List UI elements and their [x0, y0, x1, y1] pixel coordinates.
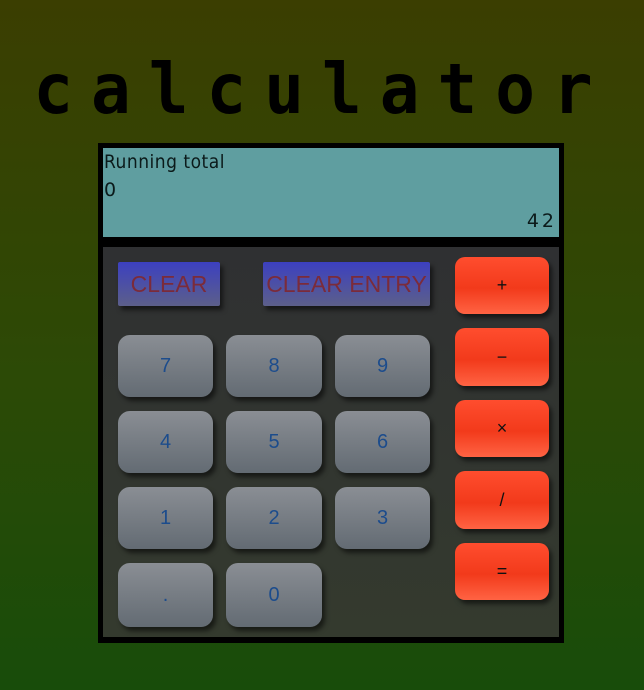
display-screen: Running total 0 42 — [103, 148, 559, 237]
key-7-button[interactable]: 7 — [118, 335, 213, 397]
running-total-label: Running total — [104, 151, 225, 173]
key-2-button[interactable]: 2 — [226, 487, 322, 549]
key-3-button[interactable]: 3 — [335, 487, 430, 549]
key-0-button[interactable]: 0 — [226, 563, 322, 627]
key-4-button[interactable]: 4 — [118, 411, 213, 473]
key-5-button[interactable]: 5 — [226, 411, 322, 473]
add-button[interactable]: + — [455, 257, 549, 314]
key-1-button[interactable]: 1 — [118, 487, 213, 549]
app-title: calculator — [33, 49, 611, 130]
decimal-point-button[interactable]: . — [118, 563, 213, 627]
divide-button[interactable]: / — [455, 471, 549, 529]
key-8-button[interactable]: 8 — [226, 335, 322, 397]
key-9-button[interactable]: 9 — [335, 335, 430, 397]
subtract-button[interactable]: − — [455, 328, 549, 386]
running-total-value: 0 — [104, 179, 117, 201]
key-6-button[interactable]: 6 — [335, 411, 430, 473]
calculator: Running total 0 42 CLEAR CLEAR ENTRY 7 8… — [98, 143, 564, 643]
current-value: 42 — [526, 210, 557, 232]
clear-button[interactable]: CLEAR — [118, 262, 220, 306]
multiply-button[interactable]: × — [455, 400, 549, 457]
equals-button[interactable]: = — [455, 543, 549, 600]
clear-entry-button[interactable]: CLEAR ENTRY — [263, 262, 430, 306]
keypad: CLEAR CLEAR ENTRY 7 8 9 4 5 6 1 2 3 . 0 … — [103, 247, 559, 637]
